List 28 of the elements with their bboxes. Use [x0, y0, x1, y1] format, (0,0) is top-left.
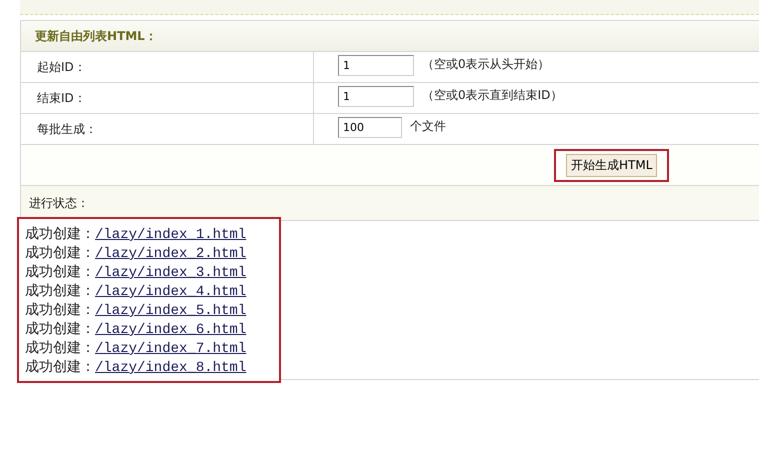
- log-text: 成功创建：: [25, 302, 95, 318]
- log-text: 成功创建：: [25, 321, 95, 337]
- log-text: 成功创建：: [25, 264, 95, 280]
- field-hint: 个文件: [410, 118, 446, 135]
- panel-title: 更新自由列表HTML：: [35, 28, 157, 44]
- field-label: 起始ID：: [37, 60, 86, 74]
- file-link[interactable]: /lazy/index_4.html: [95, 284, 246, 300]
- field-hint: （空或0表示直到结束ID）: [422, 87, 562, 104]
- file-link[interactable]: /lazy/index_6.html: [95, 322, 246, 338]
- status-title: 进行状态：: [29, 194, 89, 212]
- file-link[interactable]: /lazy/index_8.html: [95, 360, 246, 376]
- field-hint: （空或0表示从头开始）: [422, 56, 550, 73]
- file-link[interactable]: /lazy/index_7.html: [95, 341, 246, 357]
- file-link[interactable]: /lazy/index_1.html: [95, 227, 246, 243]
- input-field[interactable]: 1: [338, 55, 414, 76]
- file-link[interactable]: /lazy/index_5.html: [95, 303, 246, 319]
- file-link[interactable]: /lazy/index_3.html: [95, 265, 246, 281]
- log-text: 成功创建：: [25, 226, 95, 242]
- log-text: 成功创建：: [25, 283, 95, 299]
- log-text: 成功创建：: [25, 359, 95, 375]
- input-field[interactable]: 100: [338, 117, 402, 138]
- field-label: 每批生成：: [37, 122, 97, 136]
- file-link[interactable]: /lazy/index_2.html: [95, 246, 246, 262]
- log-text: 成功创建：: [25, 340, 95, 356]
- start-generate-button[interactable]: 开始生成HTML: [566, 154, 658, 176]
- log-text: 成功创建：: [25, 245, 95, 261]
- field-label: 结束ID：: [37, 91, 86, 105]
- input-field[interactable]: 1: [338, 86, 414, 107]
